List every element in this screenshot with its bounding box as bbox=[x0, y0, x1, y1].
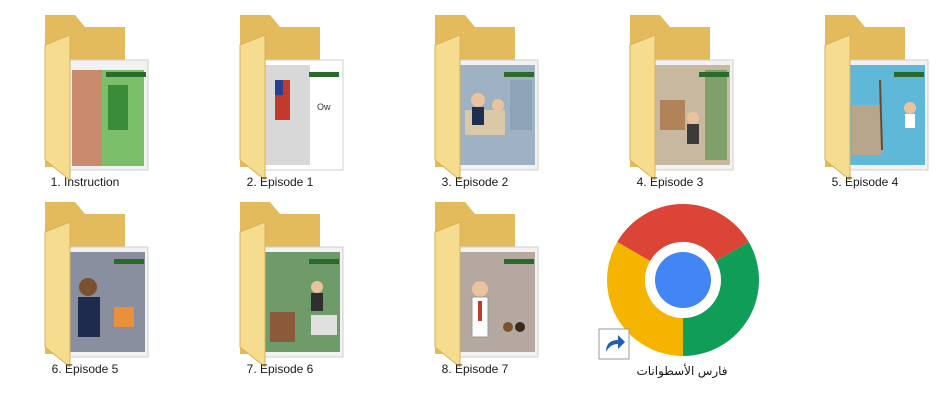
folder-episode-6[interactable]: 7. Episode 6 bbox=[205, 192, 355, 377]
shortcut-arrow-icon bbox=[598, 328, 630, 360]
folder-icon bbox=[629, 15, 734, 180]
folder-label: 4. Episode 3 bbox=[636, 175, 704, 189]
folder-episode-3[interactable]: 4. Episode 3 bbox=[595, 5, 745, 190]
folder-icon bbox=[44, 202, 149, 367]
folder-label: 6. Episode 5 bbox=[51, 362, 119, 376]
folder-episode-7[interactable]: 8. Episode 7 bbox=[400, 192, 550, 377]
desktop-folder-view: { "folders": [ {"label": "1. Instruction… bbox=[0, 0, 945, 409]
folder-icon: Ow bbox=[239, 15, 344, 180]
folder-icon bbox=[434, 202, 539, 367]
folder-icon bbox=[824, 15, 929, 180]
folder-instruction[interactable]: 1. Instruction bbox=[10, 5, 160, 190]
folder-label: 5. Episode 4 bbox=[831, 175, 899, 189]
folder-label: 7. Episode 6 bbox=[246, 362, 314, 376]
folder-episode-2[interactable]: 3. Episode 2 bbox=[400, 5, 550, 190]
folder-label: 2. Episode 1 bbox=[246, 175, 314, 189]
folder-label: 3. Episode 2 bbox=[441, 175, 509, 189]
folder-icon bbox=[44, 15, 149, 180]
chrome-shortcut[interactable]: فارس الأسطوانات bbox=[595, 195, 770, 380]
folder-episode-1[interactable]: Ow 2. Episode 1 bbox=[205, 5, 355, 190]
shortcut-label: فارس الأسطوانات bbox=[636, 364, 728, 378]
folder-icon bbox=[434, 15, 539, 180]
folder-episode-4[interactable]: 5. Episode 4 bbox=[790, 5, 940, 190]
folder-icon bbox=[239, 202, 344, 367]
folder-label: 8. Episode 7 bbox=[441, 362, 509, 376]
svg-text:Ow: Ow bbox=[317, 102, 331, 112]
folder-episode-5[interactable]: 6. Episode 5 bbox=[10, 192, 160, 377]
folder-label: 1. Instruction bbox=[50, 175, 120, 189]
